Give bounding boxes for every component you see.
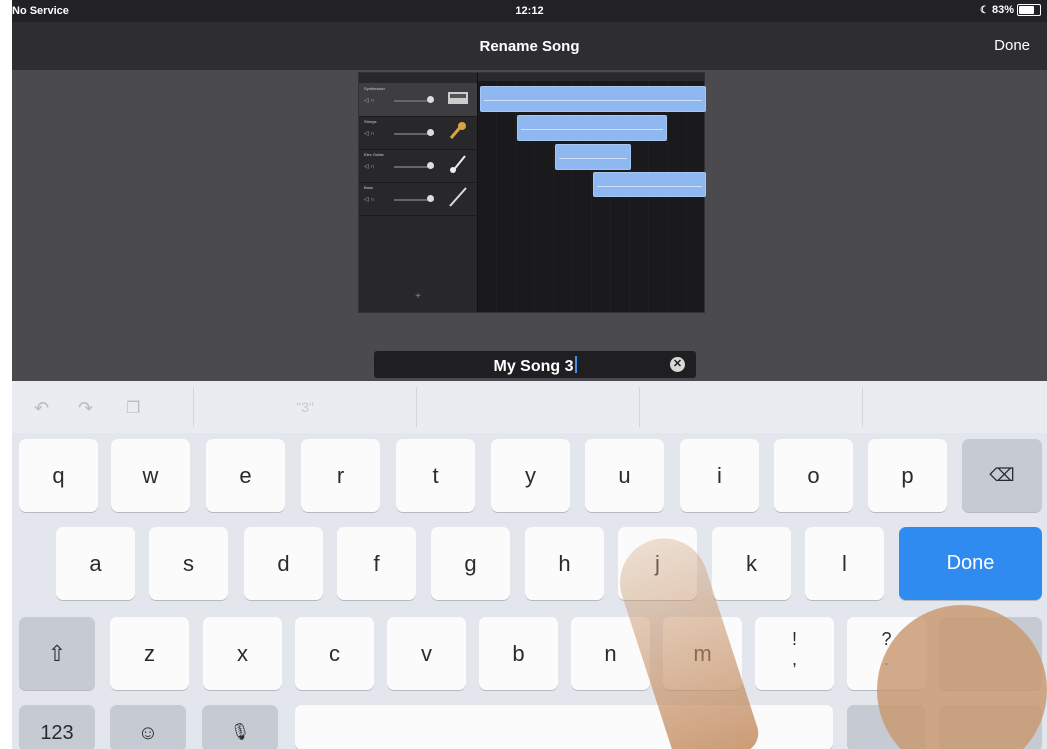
key-bottom-char: . <box>883 649 889 669</box>
battery-level <box>1019 6 1034 14</box>
shift-right-key[interactable] <box>939 617 1042 690</box>
clock: 12:12 <box>515 5 544 17</box>
key-top-char: ! <box>791 629 797 649</box>
moon-icon: ☾ <box>980 4 989 16</box>
key-j[interactable]: j <box>618 527 697 600</box>
key-d[interactable]: d <box>244 527 323 600</box>
key-m[interactable]: m <box>663 617 742 690</box>
suggestion-item-empty[interactable] <box>639 387 863 427</box>
key-n[interactable]: n <box>571 617 650 690</box>
text-cursor <box>574 356 577 373</box>
song-name-value: My Song 3 <box>374 356 696 376</box>
strings-region <box>517 115 667 141</box>
track-name: Synthesizer <box>364 86 385 91</box>
shift-icon[interactable]: ⇧ <box>19 617 95 690</box>
song-preview: Synthesizer ◁ ∩ Strings ◁ ∩ Elec Guitar … <box>358 72 706 313</box>
guitar-region <box>555 144 631 170</box>
suggestion-item[interactable]: "3" <box>193 387 416 427</box>
track-list: Synthesizer ◁ ∩ Strings ◁ ∩ Elec Guitar … <box>359 73 478 312</box>
volume-knob <box>427 96 434 103</box>
key-t[interactable]: t <box>396 439 475 512</box>
backspace-icon[interactable]: ⌫ <box>962 439 1042 512</box>
battery-icon <box>1017 4 1041 16</box>
numbers-key[interactable]: 123 <box>19 705 95 749</box>
key-top-char: ? <box>881 629 892 649</box>
track-header: Synthesizer ◁ ∩ <box>359 83 477 117</box>
key-question-period[interactable]: ?. <box>847 617 926 690</box>
key-exclaim-comma[interactable]: !, <box>755 617 834 690</box>
redo-icon[interactable]: ↷ <box>78 398 93 419</box>
key-v[interactable]: v <box>387 617 466 690</box>
volume-knob <box>427 129 434 136</box>
paste-icon[interactable]: ❐ <box>126 398 140 418</box>
track-name: Strings <box>364 119 377 124</box>
key-r[interactable]: r <box>301 439 380 512</box>
key-g[interactable]: g <box>431 527 510 600</box>
key-h[interactable]: h <box>525 527 604 600</box>
key-k[interactable]: k <box>712 527 791 600</box>
keyboard-done-button[interactable]: Done <box>899 527 1042 600</box>
key-o[interactable]: o <box>774 439 853 512</box>
undo-icon[interactable]: ↶ <box>34 398 49 419</box>
keyboard: ↶ ↷ ❐ "3" q w e r t y u i o p ⌫ a s d f … <box>12 381 1047 749</box>
track-name: Elec Guitar <box>364 152 384 157</box>
key-p[interactable]: p <box>868 439 947 512</box>
battery-percent: 83% <box>991 4 1014 16</box>
track-header: Bass ◁ ∩ <box>359 182 477 216</box>
track-header: Elec Guitar ◁ ∩ <box>359 149 477 183</box>
key-c[interactable]: c <box>295 617 374 690</box>
space-bar[interactable] <box>295 705 833 749</box>
mute-headphones-icon: ◁ ∩ <box>364 98 375 104</box>
mute-headphones-icon: ◁ ∩ <box>364 164 375 170</box>
key-f[interactable]: f <box>337 527 416 600</box>
battery-status: ☾ 83% <box>980 4 1041 16</box>
key-w[interactable]: w <box>111 439 190 512</box>
key-e[interactable]: e <box>206 439 285 512</box>
keyboard-instrument-icon <box>448 92 468 104</box>
track-header: Strings ◁ ∩ <box>359 116 477 150</box>
key-x[interactable]: x <box>203 617 282 690</box>
key-q[interactable]: q <box>19 439 98 512</box>
shortcut-bar: ↶ ↷ ❐ "3" <box>12 381 1047 433</box>
timeline-ruler <box>478 73 704 81</box>
key-i[interactable]: i <box>680 439 759 512</box>
volume-knob <box>427 195 434 202</box>
bass-region <box>593 172 706 197</box>
key-l[interactable]: l <box>805 527 884 600</box>
microphone-icon[interactable]: 🎙 <box>202 705 278 749</box>
guitar-instrument-icon <box>450 155 466 173</box>
song-name-field[interactable]: My Song 3 ✕ <box>374 351 696 378</box>
track-name: Bass <box>364 185 373 190</box>
strings-instrument-icon <box>449 122 466 139</box>
mute-headphones-icon: ◁ ∩ <box>364 197 375 203</box>
done-button[interactable]: Done <box>994 37 1030 54</box>
key-b[interactable]: b <box>479 617 558 690</box>
mute-headphones-icon: ◁ ∩ <box>364 131 375 137</box>
key-bottom-char: , <box>791 649 797 669</box>
key-z[interactable]: z <box>110 617 189 690</box>
emoji-icon[interactable]: ☺ <box>110 705 186 749</box>
key-s[interactable]: s <box>149 527 228 600</box>
volume-knob <box>427 162 434 169</box>
clear-text-icon[interactable]: ✕ <box>670 357 685 372</box>
suggestion-item-empty[interactable] <box>416 387 639 427</box>
numbers-key-right[interactable] <box>847 705 926 749</box>
page-title: Rename Song <box>479 38 580 55</box>
navigation-bar: Rename Song Done <box>12 22 1047 70</box>
song-name-text: My Song 3 <box>493 358 574 375</box>
synth-region <box>480 86 706 112</box>
hide-keyboard-key[interactable] <box>939 705 1042 749</box>
add-track-icon: + <box>415 291 421 302</box>
key-y[interactable]: y <box>491 439 570 512</box>
status-bar: No Service 12:12 ☾ 83% <box>12 0 1047 22</box>
bass-instrument-icon <box>449 187 467 207</box>
key-a[interactable]: a <box>56 527 135 600</box>
key-u[interactable]: u <box>585 439 664 512</box>
screen: No Service 12:12 ☾ 83% Rename Song Done … <box>12 0 1047 749</box>
